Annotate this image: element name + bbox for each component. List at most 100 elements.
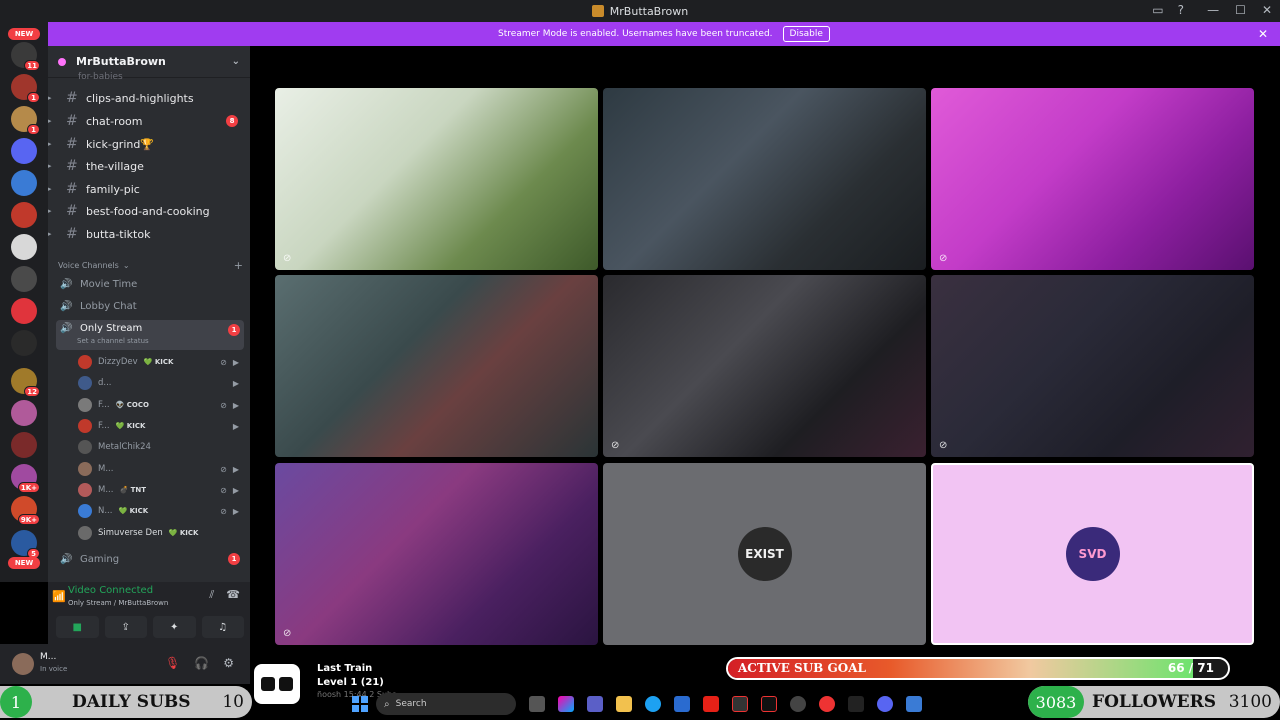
voice-member[interactable]: M... ⊘ ▶	[78, 459, 243, 479]
server-icon[interactable]: 11	[11, 42, 40, 71]
muted-mic-icon: ⊘	[220, 464, 227, 474]
voice-category[interactable]: Voice Channels ⌄ +	[58, 259, 243, 272]
disconnect-icon[interactable]: ☎	[226, 588, 240, 602]
tiktok-icon[interactable]	[761, 696, 777, 712]
chevron-down-icon[interactable]: ⌄	[232, 56, 240, 67]
teams-icon[interactable]	[587, 696, 603, 712]
mute-mic-icon[interactable]: 🎙	[165, 656, 180, 670]
voice-member[interactable]: d... ▶	[78, 373, 243, 393]
category-label: Voice Channels	[58, 261, 119, 270]
channel-item[interactable]: ▸ # the-village	[48, 156, 248, 176]
server-icon[interactable]	[11, 170, 37, 196]
voice-channel-gaming[interactable]: 🔊 Gaming 1	[56, 549, 244, 569]
headphones-icon[interactable]: 🎧	[194, 656, 209, 670]
channel-item[interactable]: ▸ # clips-and-highlights	[48, 88, 248, 108]
voice-member[interactable]: F... 👽 COCO ⊘ ▶	[78, 395, 243, 415]
server-icon[interactable]	[11, 298, 37, 324]
server-icon[interactable]	[11, 432, 37, 458]
avatar[interactable]	[12, 653, 34, 675]
server-icon[interactable]: 1K+	[11, 464, 40, 493]
edge-icon[interactable]	[645, 696, 661, 712]
video-tile-placeholder[interactable]: SVD	[931, 463, 1254, 645]
github-icon[interactable]	[790, 696, 806, 712]
voice-member[interactable]: N... 💚 KICK ⊘ ▶	[78, 501, 243, 521]
voice-member[interactable]: Simuverse Den 💚 KICK	[78, 523, 243, 543]
voice-channel-only-stream[interactable]: 🔊 Only Stream Set a channel status 1	[56, 320, 244, 350]
server-icon[interactable]	[11, 266, 37, 292]
rtc-title[interactable]: Video Connected	[68, 585, 153, 596]
member-name: Simuverse Den	[98, 528, 163, 538]
help-icon[interactable]: ?	[1178, 3, 1184, 17]
server-icon[interactable]: 1	[11, 74, 40, 103]
camera-icon: ▶	[232, 421, 239, 431]
member-tag: 💚 KICK	[143, 358, 174, 366]
channel-sidebar: MrButtaBrown ⌄ for-babies ▸ # clips-and-hi…	[48, 46, 250, 582]
close-banner-icon[interactable]: ✕	[1258, 27, 1268, 41]
server-icon[interactable]: 5	[11, 530, 40, 559]
channel-item[interactable]: ▸ # best-food-and-cooking	[48, 201, 248, 221]
video-tile[interactable]	[275, 275, 598, 457]
search-icon: ⌕	[384, 698, 390, 710]
store-icon[interactable]	[674, 696, 690, 712]
daily-subs-goal: 10	[222, 692, 244, 712]
voice-member[interactable]: DizzyDev 💚 KICK ⊘ ▶	[78, 352, 243, 372]
channel-item[interactable]: ▸ # kick-grind🏆	[48, 134, 248, 154]
video-tile[interactable]: ⊘	[931, 275, 1254, 457]
camera-button[interactable]: ■	[56, 616, 99, 638]
video-tile-placeholder[interactable]: EXIST	[603, 463, 926, 645]
avatar	[78, 462, 92, 476]
channel-status[interactable]: Set a channel status	[77, 337, 149, 345]
add-channel-icon[interactable]: +	[234, 259, 243, 272]
server-icon[interactable]: 9K+	[11, 496, 40, 525]
server-icon[interactable]	[11, 330, 37, 356]
noise-suppression-icon[interactable]: ⫽	[209, 588, 214, 602]
youtube-icon[interactable]	[703, 696, 719, 712]
server-icon[interactable]	[11, 202, 37, 228]
minimize-button[interactable]: —	[1207, 3, 1219, 17]
channel-label: family-pic	[86, 182, 140, 196]
discord-icon[interactable]	[877, 696, 893, 712]
video-tile[interactable]: ⊘	[275, 88, 598, 270]
screen-share-button[interactable]: ⇪	[104, 616, 147, 638]
voice-member[interactable]: MetalChik24	[78, 437, 243, 457]
member-tag: 👽 COCO	[115, 401, 149, 409]
user-name[interactable]: M...	[40, 652, 56, 662]
app-icon[interactable]	[906, 696, 922, 712]
task-view-icon[interactable]	[529, 696, 545, 712]
voice-member[interactable]: M... 💣 TNT ⊘ ▶	[78, 480, 243, 500]
start-button[interactable]	[352, 696, 368, 712]
channel-item[interactable]: ▸ # chat-room 8	[48, 111, 248, 131]
disable-streamer-mode-button[interactable]: Disable	[782, 26, 830, 42]
inbox-icon[interactable]: ▭	[1152, 3, 1163, 17]
video-tile[interactable]	[603, 88, 926, 270]
video-tile[interactable]: ⊘	[603, 275, 926, 457]
video-tile[interactable]: ⊘	[931, 88, 1254, 270]
channel-item[interactable]: ▸ # butta-tiktok	[48, 224, 248, 244]
copilot-icon[interactable]	[558, 696, 574, 712]
app-icon[interactable]	[848, 696, 864, 712]
rtc-subtitle[interactable]: Only Stream / MrButtaBrown	[68, 599, 168, 607]
channel-label: the-village	[86, 159, 144, 173]
video-tile[interactable]: ⊘	[275, 463, 598, 645]
voice-member[interactable]: F... 💚 KICK ▶	[78, 416, 243, 436]
close-window-button[interactable]: ✕	[1262, 3, 1272, 17]
channel-item[interactable]: ▸ # family-pic	[48, 179, 248, 199]
voice-channel-movie-time[interactable]: 🔊 Movie Time	[56, 274, 244, 294]
camera-icon: ▶	[232, 506, 239, 516]
soundboard-button[interactable]: ♫	[201, 616, 244, 638]
gear-icon[interactable]: ⚙	[223, 656, 234, 670]
record-icon[interactable]	[819, 696, 835, 712]
activity-button[interactable]: ✦	[153, 616, 196, 638]
maximize-button[interactable]: ☐	[1235, 3, 1246, 17]
game-icon	[254, 664, 300, 704]
terminal-icon[interactable]	[732, 696, 748, 712]
server-icon[interactable]	[11, 234, 37, 260]
voice-channel-lobby-chat[interactable]: 🔊 Lobby Chat	[56, 296, 244, 316]
server-icon[interactable]: 12	[11, 368, 40, 397]
file-explorer-icon[interactable]	[616, 696, 632, 712]
server-icon[interactable]	[11, 400, 37, 426]
discord-server-icon[interactable]	[11, 138, 37, 164]
server-icon[interactable]: 1	[11, 106, 40, 135]
taskbar-search[interactable]: ⌕ Search	[376, 693, 516, 715]
camera-icon: ▶	[232, 464, 239, 474]
